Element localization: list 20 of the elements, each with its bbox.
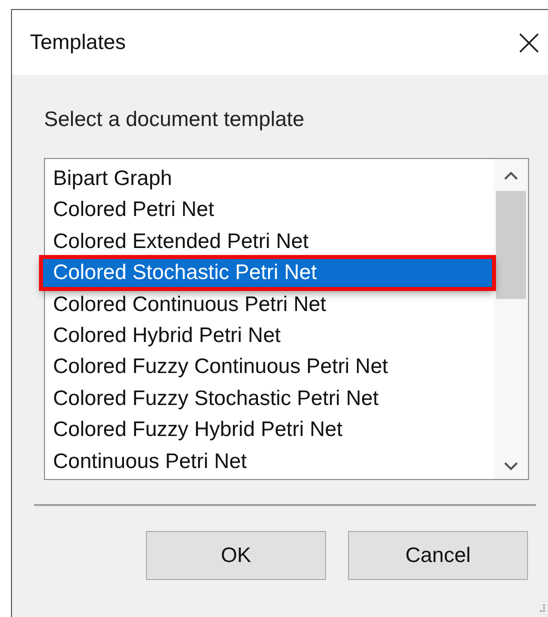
scroll-down-icon[interactable] [503, 461, 519, 471]
close-button[interactable] [517, 30, 541, 54]
list-item[interactable]: Colored Extended Petri Net [45, 226, 494, 258]
list-item[interactable]: Continuous Petri Net [45, 446, 494, 477]
list-item[interactable]: Colored Fuzzy Stochastic Petri Net [45, 382, 494, 414]
dialog-button[interactable]: Cancel [348, 531, 528, 580]
window-title: Templates [30, 30, 126, 54]
list-item[interactable]: Colored Petri Net [45, 194, 494, 226]
scroll-thumb[interactable] [496, 191, 526, 299]
list-item[interactable]: Colored Stochastic Petri Net [41, 257, 494, 289]
list-item[interactable]: Colored Continuous Petri Net [45, 288, 494, 320]
list-item[interactable]: Bipart Graph [45, 163, 494, 194]
list-item[interactable]: Colored Fuzzy Continuous Petri Net [45, 351, 494, 383]
scroll-up-icon[interactable] [503, 171, 519, 181]
list-item[interactable]: Colored Hybrid Petri Net [45, 320, 494, 352]
dialog-button[interactable]: OK [146, 531, 326, 580]
close-icon [518, 32, 540, 54]
prompt-label: Select a document template [44, 108, 306, 132]
scrollbar[interactable] [494, 159, 528, 479]
list-item[interactable]: Colored Fuzzy Hybrid Petri Net [45, 414, 494, 446]
